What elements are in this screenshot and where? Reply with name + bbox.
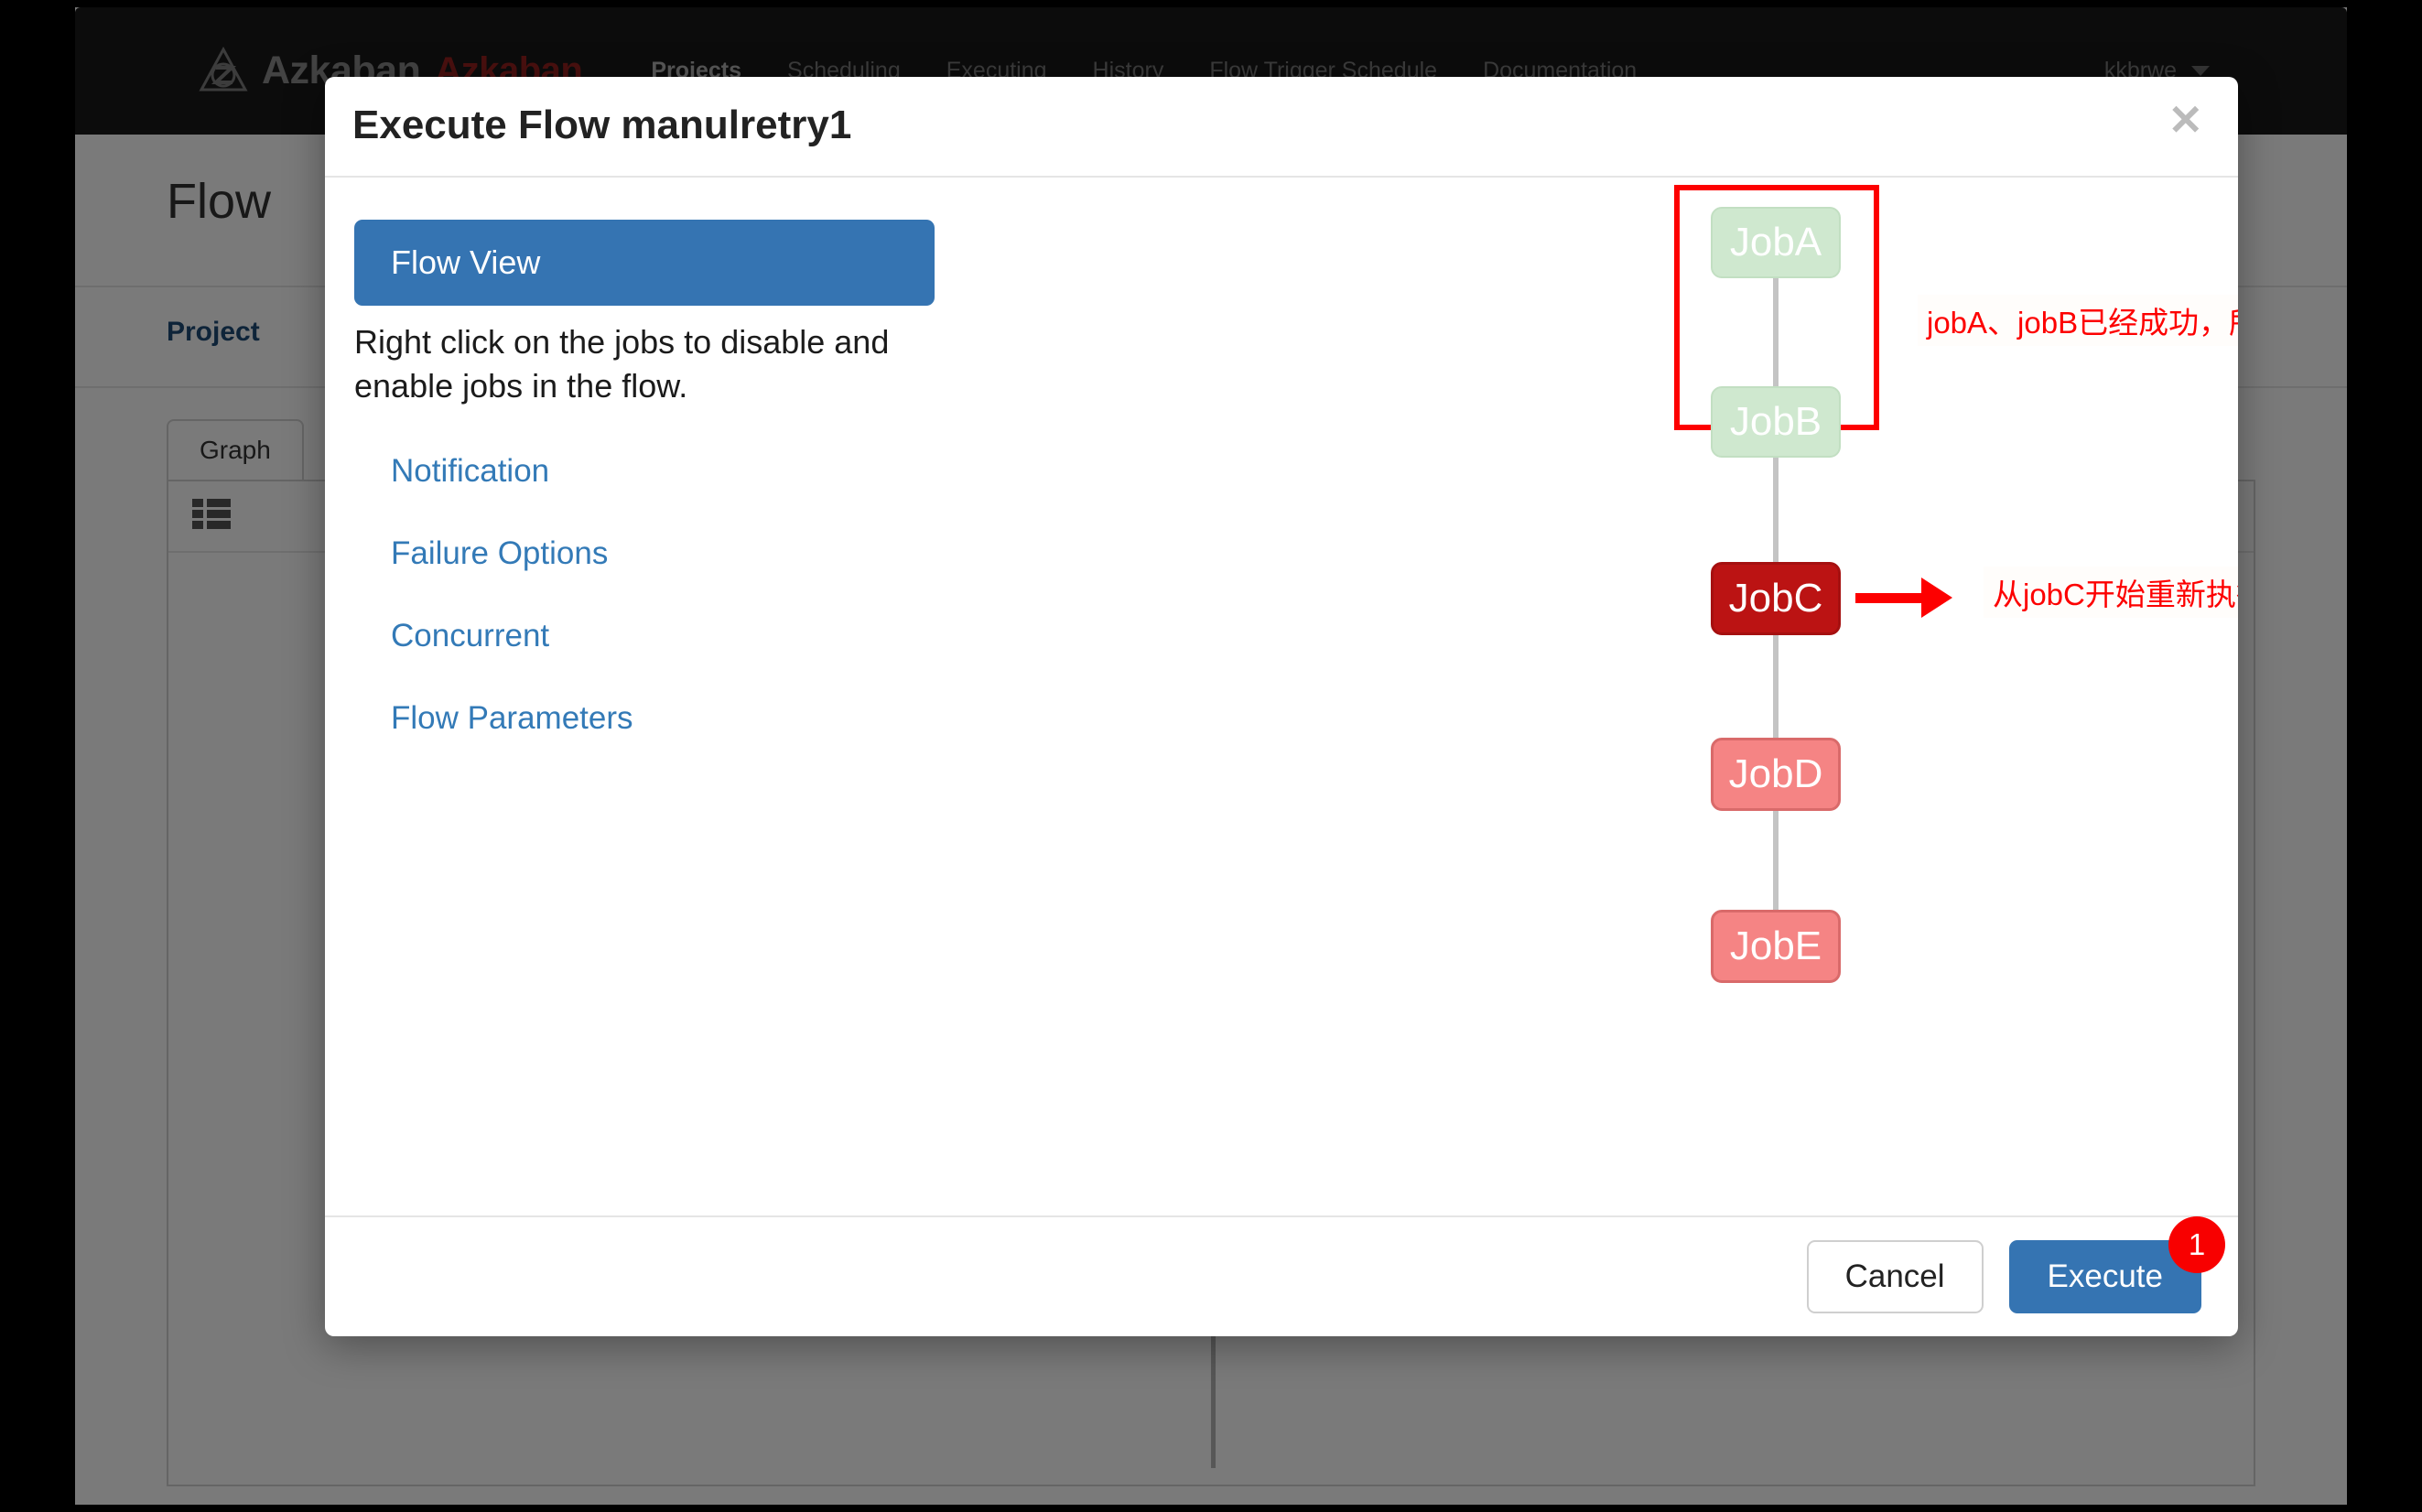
side-link-concurrent[interactable]: Concurrent bbox=[354, 618, 935, 654]
annotation-skipped-jobs: jobA、jobB已经成功，所以此次会跳过 bbox=[1918, 295, 2238, 346]
modal-title: Execute Flow manulretry1 bbox=[352, 103, 852, 147]
flow-view-tab-label: Flow View bbox=[391, 243, 541, 281]
flow-node-jobb[interactable]: JobB bbox=[1711, 386, 1841, 458]
modal-side-panel: Flow View Right click on the jobs to dis… bbox=[354, 220, 935, 737]
side-link-notification[interactable]: Notification bbox=[354, 453, 935, 490]
flow-graph-canvas: JobA JobB JobC JobD JobE jobA、jobB已经成功， … bbox=[1405, 178, 2238, 1212]
execute-button[interactable]: Execute 1 bbox=[2008, 1216, 2225, 1313]
screen-root: Azkaban Azkaban Projects Scheduling Exec… bbox=[0, 0, 2422, 1512]
flow-node-jobd[interactable]: JobD bbox=[1711, 738, 1841, 811]
side-link-flow-parameters[interactable]: Flow Parameters bbox=[354, 700, 935, 737]
cancel-button[interactable]: Cancel bbox=[1806, 1240, 1984, 1313]
flow-edge-b-c bbox=[1773, 443, 1779, 580]
flow-node-jobe[interactable]: JobE bbox=[1711, 910, 1841, 983]
browser-frame: Azkaban Azkaban Projects Scheduling Exec… bbox=[75, 7, 2347, 1505]
execute-flow-modal: Execute Flow manulretry1 ✕ Flow View Rig… bbox=[325, 77, 2238, 1336]
flow-view-tab[interactable]: Flow View bbox=[354, 220, 935, 306]
flow-node-joba-label: JobA bbox=[1729, 220, 1822, 265]
flow-view-help-text: Right click on the jobs to disable and e… bbox=[354, 323, 890, 405]
flow-node-jobe-label: JobE bbox=[1729, 923, 1822, 968]
flow-node-jobc-label: JobC bbox=[1728, 576, 1823, 621]
modal-body: Flow View Right click on the jobs to dis… bbox=[325, 178, 2238, 1215]
flow-node-jobd-label: JobD bbox=[1728, 751, 1823, 796]
flow-edge-b-c-2 bbox=[1773, 619, 1779, 756]
annotation-arrow-icon bbox=[1855, 578, 1952, 618]
execute-button-label: Execute bbox=[2047, 1258, 2163, 1294]
close-icon[interactable]: ✕ bbox=[2168, 99, 2203, 141]
modal-footer: Cancel Execute 1 bbox=[325, 1215, 2238, 1336]
flow-node-jobb-label: JobB bbox=[1729, 399, 1822, 444]
flow-node-joba[interactable]: JobA bbox=[1711, 207, 1841, 278]
annotation-retry-from-jobc: 从jobC开始重新执行 bbox=[1984, 567, 2238, 618]
side-link-failure-options[interactable]: Failure Options bbox=[354, 535, 935, 572]
modal-header: Execute Flow manulretry1 ✕ bbox=[325, 77, 2238, 178]
step-badge: 1 bbox=[2168, 1216, 2225, 1273]
flow-node-jobc[interactable]: JobC bbox=[1711, 562, 1841, 635]
